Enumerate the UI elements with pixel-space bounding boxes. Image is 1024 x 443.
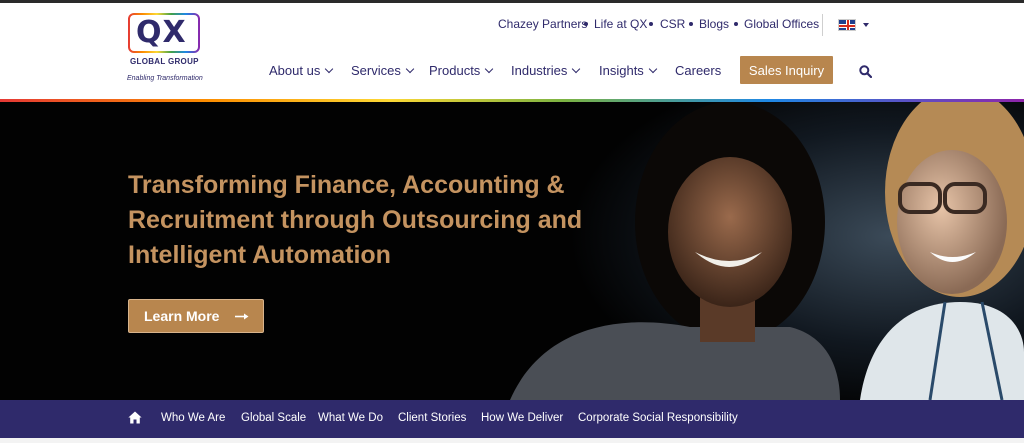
chevron-down-icon [325,64,334,73]
nav-label: Services [351,63,401,78]
nav-about-us[interactable]: About us [269,63,334,78]
separator-dot [689,22,693,26]
nav-services[interactable]: Services [351,63,415,78]
chevron-down-icon [572,64,581,73]
nav-products[interactable]: Products [429,63,494,78]
link-life-at-qx[interactable]: Life at QX [594,17,647,31]
utility-links: Chazey Partners Life at QX CSR Blogs Glo… [0,17,1024,33]
subnav-what-we-do[interactable]: What We Do [318,412,383,424]
subnav-who-we-are[interactable]: Who We Are [161,412,225,424]
hero-title: Transforming Finance, Accounting & Recru… [128,171,583,269]
chevron-down-icon [648,64,658,73]
home-icon[interactable] [128,411,142,424]
nav-label: Industries [511,63,568,78]
nav-industries[interactable]: Industries [511,63,581,78]
subnav-client-stories[interactable]: Client Stories [398,412,466,424]
separator-dot [649,22,653,26]
link-chazey-partners[interactable]: Chazey Partners [498,17,587,31]
subnav-global-scale[interactable]: Global Scale [241,412,306,424]
page-bottom-edge [0,438,1024,443]
language-caret-icon[interactable] [863,23,869,27]
uk-flag-icon[interactable] [838,19,856,31]
nav-label: Careers [675,63,722,78]
logo-tagline: Enabling Transformation [127,75,203,82]
link-global-offices[interactable]: Global Offices [744,17,819,31]
search-icon[interactable] [859,65,872,78]
site-header: QX GLOBAL GROUP Enabling Transformation … [0,3,1024,99]
nav-label: About us [269,63,321,78]
utility-divider [822,14,823,36]
nav-label: Products [429,63,481,78]
separator-dot [734,22,738,26]
chevron-down-icon [485,64,494,73]
subnav-how-we-deliver[interactable]: How We Deliver [481,412,563,424]
nav-label: Insights [599,63,644,78]
arrow-right-icon [235,313,249,320]
nav-careers[interactable]: Careers [675,63,721,78]
nav-insights[interactable]: Insights [599,63,658,78]
sales-inquiry-button[interactable]: Sales Inquiry [740,56,833,84]
logo-group-text: GLOBAL GROUP [130,57,199,66]
learn-more-label: Learn More [144,308,220,324]
chevron-down-icon [405,64,415,73]
subnav-corporate-social-responsibility[interactable]: Corporate Social Responsibility [578,412,738,424]
link-csr[interactable]: CSR [660,17,685,31]
separator-dot [584,22,588,26]
hero-banner: Transforming Finance, Accounting & Recru… [0,102,1024,400]
section-nav: Who We Are Global Scale What We Do Clien… [0,400,1024,438]
link-blogs[interactable]: Blogs [699,17,729,31]
learn-more-button[interactable]: Learn More [128,299,264,333]
